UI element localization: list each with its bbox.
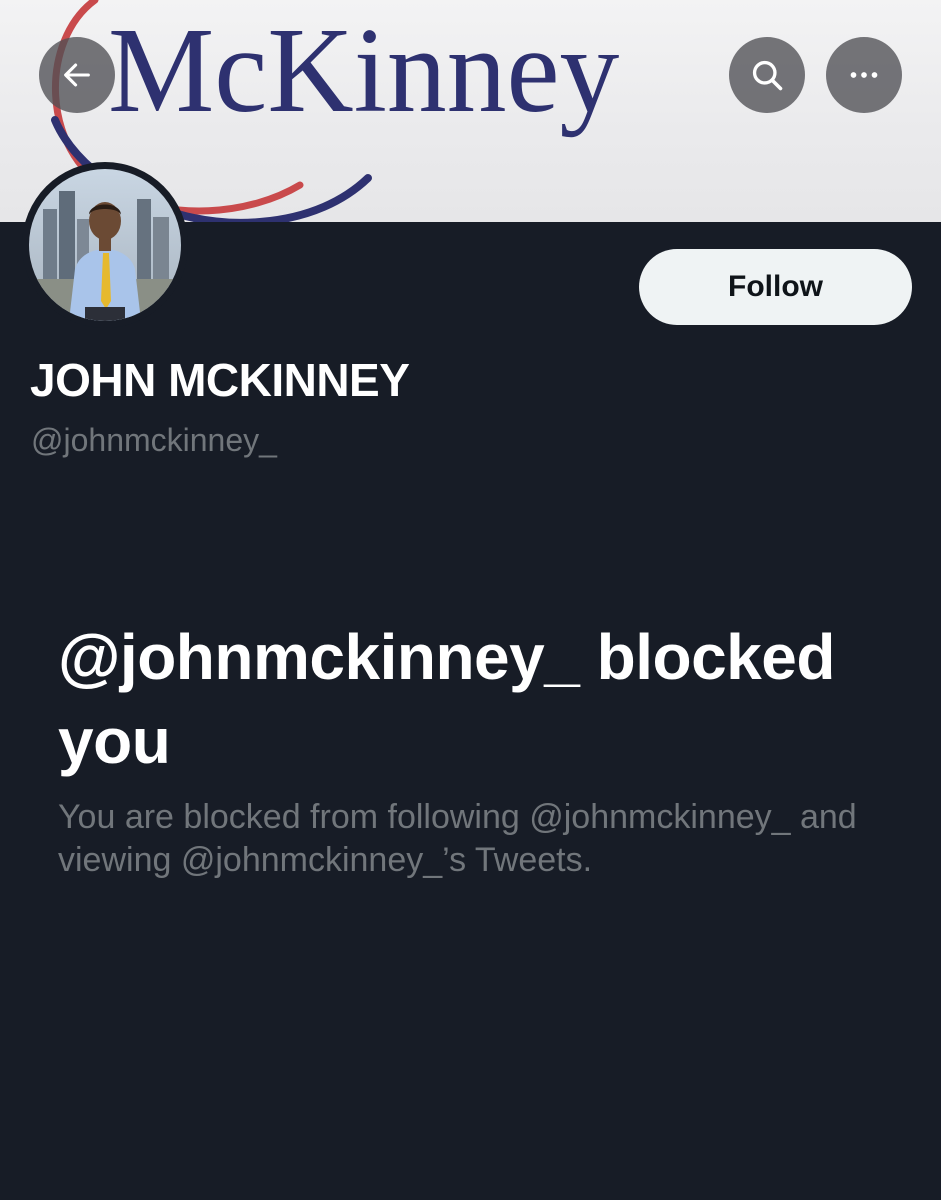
banner-logo-text: McKinney [108, 3, 620, 138]
search-icon [752, 60, 783, 91]
profile-display-name: JOHN MCKINNEY [30, 354, 410, 406]
follow-button[interactable]: Follow [639, 249, 912, 325]
blocked-notice-title: @johnmckinney_ blocked you [58, 621, 835, 777]
back-button[interactable] [39, 37, 115, 113]
more-horizontal-icon [850, 72, 878, 78]
profile-avatar[interactable] [22, 162, 188, 328]
blocked-notice-description: You are blocked from following @johnmcki… [58, 798, 857, 879]
arrow-left-icon [64, 63, 90, 87]
avatar-photo [29, 169, 181, 321]
more-options-button[interactable] [826, 37, 902, 113]
profile-handle: @johnmckinney_ [31, 422, 277, 458]
search-button[interactable] [729, 37, 805, 113]
